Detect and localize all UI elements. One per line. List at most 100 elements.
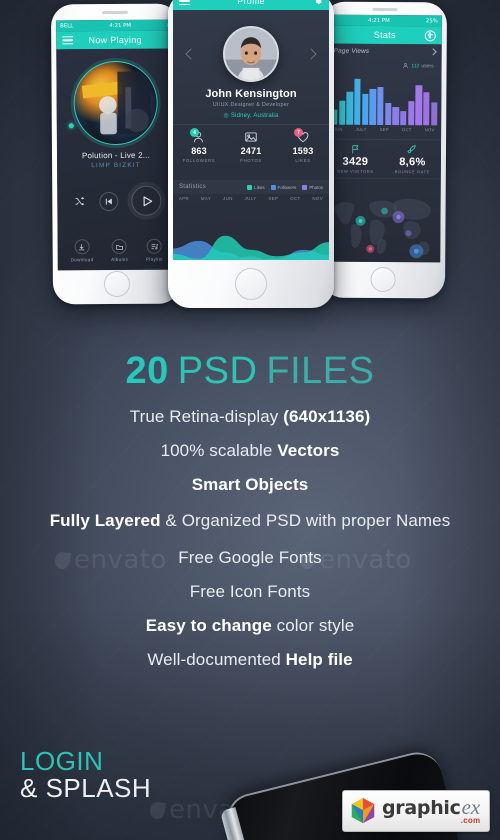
graphicex-logo: graphic ex .com: [342, 790, 490, 832]
album-art-graphic: [81, 71, 152, 135]
player-controls: [57, 180, 175, 223]
page-title: 20 PSD FILES: [0, 352, 500, 390]
month-label: NOV: [312, 196, 324, 201]
shuffle-icon[interactable]: [71, 194, 86, 209]
previous-profile-arrow[interactable]: [185, 48, 197, 60]
legend-swatch: [247, 184, 253, 190]
users-label: users: [421, 62, 434, 69]
login-splash-section: LOGIN & SPLASH: [20, 747, 152, 804]
cube-icon: [351, 798, 375, 824]
gear-icon[interactable]: [313, 0, 323, 6]
feature-text: color style: [271, 616, 355, 636]
kpi-new-visitors: 3429 NEW VISITORS: [327, 140, 384, 178]
stat-value: 2471: [240, 146, 262, 156]
feature-item: True Retina-display (640x1136): [0, 408, 500, 425]
world-map: [334, 198, 431, 259]
stat-label: FOLLOWERS: [182, 158, 216, 163]
profile-role: UI/UX Designer & Developer: [212, 102, 290, 108]
page-views-label: Page Views: [333, 47, 370, 55]
now-playing-body: 1:37 Polution - Live 2... LIMP BIZKIT: [56, 48, 176, 271]
logo-graphic-text: graphic: [382, 797, 461, 819]
legend-entry: Followers: [270, 184, 296, 190]
feature-item: Well-documented Help file: [0, 651, 500, 668]
bar: [384, 103, 392, 126]
stats-body: Page Views 112 users JUN JULY SEP OCT NOV: [326, 43, 442, 263]
hamburger-icon[interactable]: [179, 0, 190, 6]
feature-item: Free Icon Fonts: [0, 583, 500, 600]
month-label: OCT: [401, 127, 412, 133]
kpi-value: 8,6%: [399, 156, 426, 169]
tab-download-label: Download: [70, 257, 94, 263]
track-title: Polution - Live 2...: [81, 150, 151, 161]
logo-dotcom-text: .com: [460, 816, 481, 825]
stat-value: 863: [191, 146, 207, 156]
bar: [415, 85, 423, 126]
chart-legend: Likes Followers Photos: [247, 184, 323, 190]
play-icon[interactable]: [131, 185, 162, 216]
month-label: NOV: [424, 127, 435, 133]
stat-badge: 7: [294, 128, 303, 137]
progress-handle[interactable]: [68, 123, 74, 129]
screen-now-playing: BELL 4:21 PM ▮ Now Playing: [56, 19, 176, 271]
feature-text: True Retina-display: [129, 407, 284, 426]
bar: [423, 91, 430, 126]
chart-month-labels: APR MAY JUN JULY SEP OCT NOV: [173, 196, 329, 201]
feature-list: True Retina-display (640x1136) 100% scala…: [0, 408, 500, 685]
month-label: SEP: [268, 196, 279, 201]
feature-text: Vectors: [277, 441, 340, 460]
bar: [407, 101, 415, 126]
stat-followers[interactable]: 4 863 FOLLOWERS: [173, 128, 225, 176]
profile-location-label: Sidney, Australia: [230, 113, 279, 119]
stat-likes[interactable]: 7 1593 LIKES: [277, 128, 329, 176]
profile-name: John Kensington: [205, 88, 297, 100]
tab-playlist-label: Playlist: [145, 256, 163, 262]
feature-text: Fully Layered: [49, 511, 161, 530]
screen-profile: Profile John Kensington UI/UX Designer &…: [173, 0, 329, 260]
home-button[interactable]: [103, 270, 130, 298]
bar: [338, 100, 346, 125]
headline-psd: PSD: [177, 350, 258, 392]
navbar-profile: Profile: [173, 0, 329, 10]
feature-text: (640x1136): [283, 407, 371, 426]
phone-stats: 4:21 PM 25% Stats Page Views 112 users J…: [320, 1, 448, 299]
month-label: OCT: [290, 196, 301, 201]
bar: [369, 89, 377, 125]
screen-stats: 4:21 PM 25% Stats Page Views 112 users J…: [326, 14, 442, 263]
logo-ex-text: ex: [461, 795, 481, 819]
bar: [392, 106, 399, 126]
feature-item: Smart Objects: [0, 476, 500, 493]
earpiece-speaker: [372, 7, 398, 12]
legend-entry: Photos: [302, 184, 323, 190]
tab-playlist[interactable]: Playlist: [145, 238, 163, 262]
stat-photos[interactable]: 2471 PHOTOS: [225, 130, 277, 176]
bar: [346, 91, 354, 125]
stat-value: 1593: [292, 146, 314, 156]
month-label: JULY: [355, 126, 367, 132]
status-bar: BELL 4:21 PM ▮: [56, 19, 175, 32]
tab-download[interactable]: Download: [70, 239, 93, 262]
previous-icon[interactable]: [99, 191, 119, 211]
headline-count: 20: [125, 350, 169, 392]
feature-text: Help file: [285, 650, 353, 670]
stat-label: PHOTOS: [240, 158, 262, 163]
splash-title: & SPLASH: [20, 773, 152, 804]
plus-circle-icon[interactable]: [424, 29, 436, 41]
profile-stats: 4 863 FOLLOWERS 2471 PHOTOS 7 1593 LIKES: [173, 128, 329, 176]
earpiece-speaker: [102, 10, 129, 15]
bar: [354, 78, 361, 125]
playlist-icon: [146, 238, 162, 254]
feature-item: Free Google Fonts: [0, 549, 500, 566]
hamburger-icon[interactable]: [62, 35, 74, 45]
home-button[interactable]: [235, 268, 267, 300]
month-label: APR: [178, 196, 190, 201]
home-button[interactable]: [370, 266, 396, 293]
avatar-photo: [225, 28, 277, 80]
feature-text: Smart Objects: [191, 475, 309, 494]
bar: [361, 93, 369, 125]
profile-body: John Kensington UI/UX Designer & Develop…: [173, 10, 329, 260]
next-profile-arrow[interactable]: [305, 48, 317, 60]
page-views-header[interactable]: Page Views: [333, 47, 437, 56]
tab-albums-label: Albums: [111, 256, 129, 263]
tab-albums[interactable]: Albums: [111, 238, 129, 263]
bar-chart-month-labels: JUN JULY SEP OCT NOV: [327, 127, 441, 133]
